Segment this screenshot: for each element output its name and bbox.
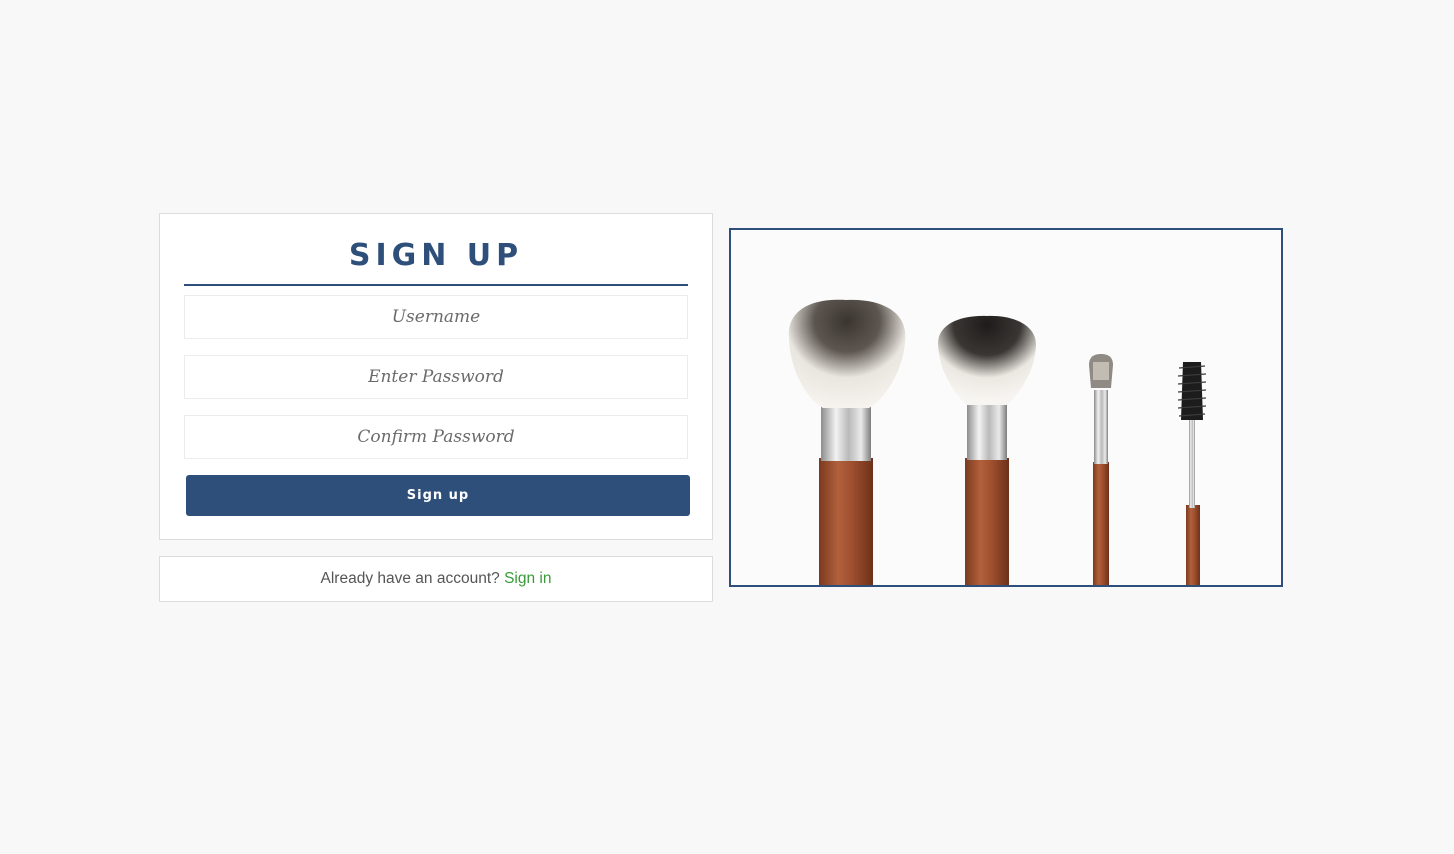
sign-in-link[interactable]: Sign in (504, 570, 551, 587)
signup-card: SIGN UP Sign up (159, 213, 713, 540)
signin-prompt: Already have an account? (320, 570, 505, 587)
confirm-password-field[interactable] (184, 415, 688, 459)
signin-card: Already have an account? Sign in (159, 556, 713, 602)
password-field[interactable] (184, 355, 688, 399)
username-field[interactable] (184, 295, 688, 339)
hero-image (729, 228, 1283, 587)
page-title: SIGN UP (184, 238, 688, 286)
sign-up-button[interactable]: Sign up (186, 475, 690, 516)
makeup-brushes-illustration (731, 230, 1281, 585)
